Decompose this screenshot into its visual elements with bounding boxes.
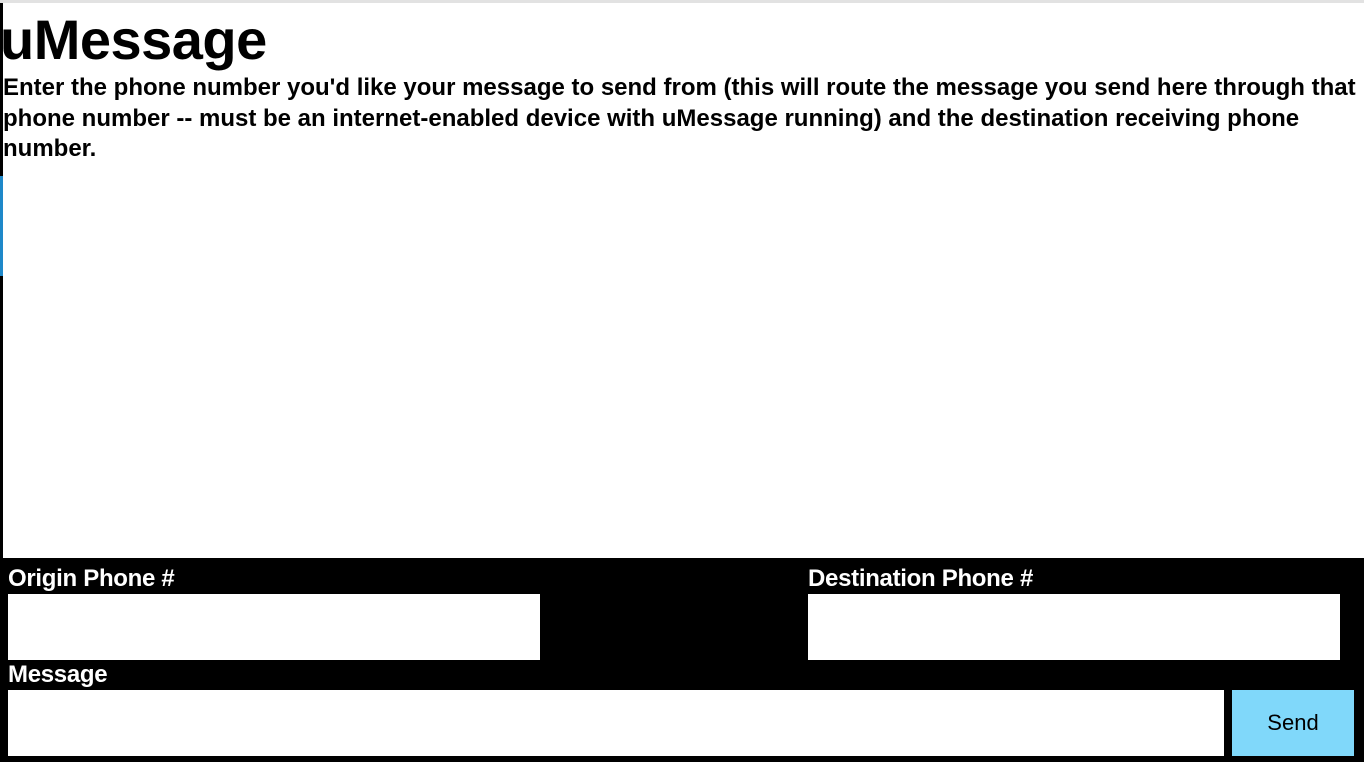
send-button[interactable]: Send — [1232, 690, 1354, 756]
origin-phone-label: Origin Phone # — [8, 565, 175, 592]
message-form: Origin Phone # Destination Phone # Messa… — [3, 558, 1364, 762]
instructions-text: Enter the phone number you'd like your m… — [3, 74, 1356, 162]
page-title: uMessage — [0, 8, 267, 71]
message-input[interactable] — [8, 690, 1224, 756]
page: uMessage Enter the phone number you'd li… — [0, 0, 1364, 762]
window-top-border — [0, 0, 1364, 3]
destination-phone-input[interactable] — [808, 594, 1340, 660]
destination-phone-label: Destination Phone # — [808, 565, 1033, 592]
message-label: Message — [8, 661, 108, 688]
origin-phone-input[interactable] — [8, 594, 540, 660]
window-left-edge-accent — [0, 176, 3, 276]
